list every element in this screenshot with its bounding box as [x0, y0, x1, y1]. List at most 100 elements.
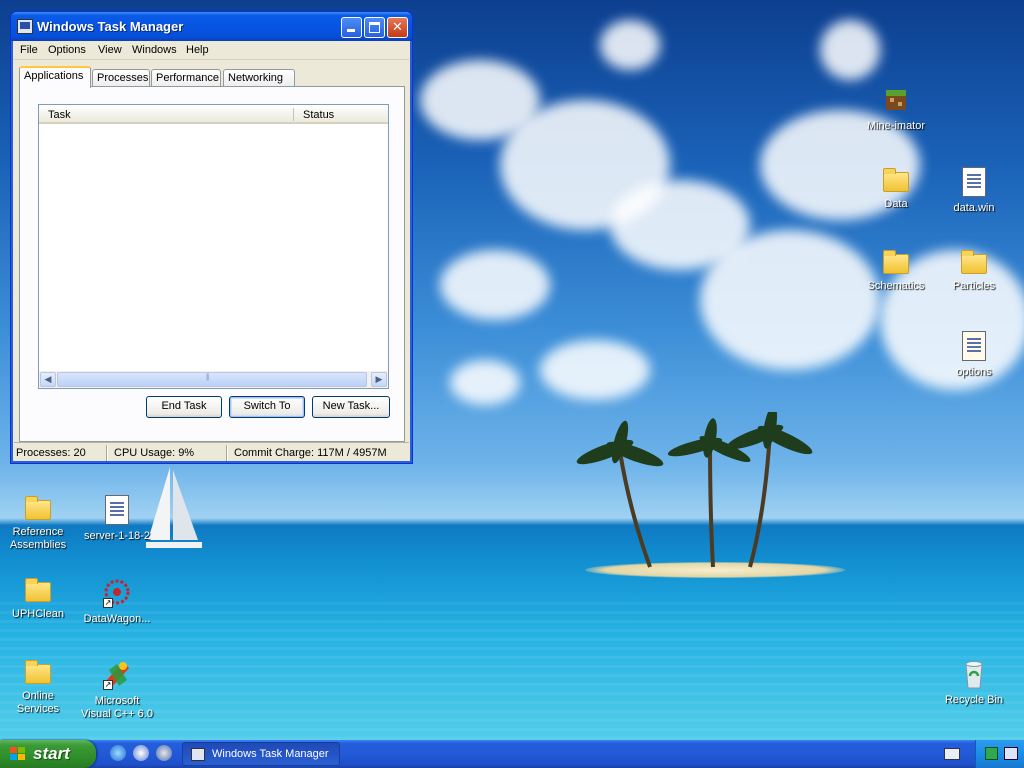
task-manager-window[interactable]: Windows Task Manager ✕ File Options View…: [10, 11, 413, 464]
outlook-express-icon[interactable]: [133, 745, 149, 761]
cloud: [540, 340, 650, 400]
desktop-icon-uphclean[interactable]: UPHClean: [0, 576, 76, 621]
folder-icon: [25, 660, 51, 684]
task-manager-icon: [17, 19, 33, 34]
tab-performance[interactable]: Performance: [151, 69, 221, 87]
desktop-icon-options[interactable]: options: [936, 330, 1012, 379]
network-icon[interactable]: [1004, 747, 1018, 760]
windows-logo-icon: [10, 747, 26, 761]
taskbar-button-label: Windows Task Manager: [212, 748, 329, 760]
horizontal-scrollbar[interactable]: ◀ ▶: [39, 371, 388, 388]
minimize-icon: [347, 29, 355, 32]
end-task-button[interactable]: End Task: [146, 396, 222, 418]
folder-icon: [883, 168, 909, 192]
desktop-icon-data[interactable]: Data: [858, 166, 934, 211]
icon-label: Microsoft Visual C++ 6.0: [81, 695, 153, 720]
start-label: start: [33, 744, 70, 763]
status-divider: [106, 445, 108, 461]
internet-explorer-icon[interactable]: [110, 745, 126, 761]
status-processes: Processes: 20: [16, 447, 86, 459]
title-bar[interactable]: Windows Task Manager ✕: [11, 12, 412, 41]
column-status[interactable]: Status: [303, 109, 334, 121]
desktop-icon-particles[interactable]: Particles: [936, 248, 1012, 293]
menu-bar: File Options View Windows Help: [14, 41, 409, 60]
desktop-icon-recycle-bin[interactable]: Recycle Bin: [936, 658, 1012, 707]
datawagon-icon: ↗: [101, 576, 133, 608]
desktop-icon-online-services[interactable]: Online Services: [0, 658, 76, 716]
icon-label: Reference Assemblies: [9, 526, 67, 551]
cloud: [600, 20, 660, 70]
maximize-button[interactable]: [364, 17, 385, 38]
scroll-left-button[interactable]: ◀: [40, 372, 56, 387]
icon-label: Particles: [952, 280, 996, 292]
folder-icon: [883, 250, 909, 274]
icon-label: UPHClean: [12, 608, 64, 620]
tab-processes[interactable]: Processes: [92, 69, 150, 87]
menu-file[interactable]: File: [20, 44, 38, 56]
cloud: [820, 20, 880, 80]
column-divider[interactable]: [293, 108, 294, 121]
status-commit: Commit Charge: 117M / 4957M: [234, 447, 387, 459]
switch-to-button[interactable]: Switch To: [229, 396, 305, 418]
shortcut-arrow-icon: ↗: [103, 598, 113, 608]
menu-options[interactable]: Options: [48, 44, 86, 56]
icon-label: data.win: [953, 202, 995, 214]
menu-help[interactable]: Help: [186, 44, 209, 56]
cloud: [700, 230, 880, 370]
folder-icon: [961, 250, 987, 274]
desktop-icon-datawagon[interactable]: ↗ DataWagon...: [79, 576, 155, 626]
tab-networking[interactable]: Networking: [223, 69, 295, 87]
media-player-icon[interactable]: [156, 745, 172, 761]
desktop-icon-msvc[interactable]: ↗ Microsoft Visual C++ 6.0: [79, 658, 155, 721]
applications-panel: Task Status ◀ ▶ End Task Switch To New T…: [19, 86, 405, 442]
keyboard-icon[interactable]: [944, 748, 960, 760]
icon-label: Schematics: [867, 280, 925, 292]
task-manager-icon: [191, 748, 205, 761]
icon-label: options: [956, 366, 992, 378]
start-button[interactable]: start: [0, 740, 96, 768]
document-icon: [105, 495, 129, 525]
cloud: [450, 360, 520, 405]
list-header: Task Status: [39, 105, 388, 124]
menu-view[interactable]: View: [98, 44, 122, 56]
taskbar: start Windows Task Manager: [0, 740, 1024, 768]
desktop-icon-data-win[interactable]: data.win: [936, 166, 1012, 215]
scroll-right-button[interactable]: ▶: [371, 372, 387, 387]
system-tray: [975, 740, 1024, 768]
folder-icon: [25, 578, 51, 602]
close-icon: ✕: [392, 19, 403, 34]
shortcut-arrow-icon: ↗: [103, 680, 113, 690]
column-task[interactable]: Task: [48, 109, 71, 121]
mine-imator-icon: [886, 90, 906, 110]
status-cpu: CPU Usage: 9%: [114, 447, 195, 459]
recycle-bin-icon: [965, 661, 983, 689]
desktop-icon-server[interactable]: server-1-18-2: [79, 494, 155, 543]
new-task-button[interactable]: New Task...: [312, 396, 390, 418]
icon-label: Recycle Bin: [944, 694, 1004, 706]
icon-label: Online Services: [16, 690, 60, 715]
visual-cpp-icon: ↗: [101, 658, 133, 690]
icon-label: DataWagon...: [83, 613, 151, 625]
desktop-icon-mine-imator[interactable]: Mine-imator: [858, 84, 934, 133]
cloud: [440, 250, 550, 320]
tab-applications[interactable]: Applications: [19, 66, 91, 88]
icon-label: Data: [884, 198, 908, 210]
task-list[interactable]: Task Status ◀ ▶: [38, 104, 389, 389]
taskbar-button-task-manager[interactable]: Windows Task Manager: [182, 742, 340, 766]
tray-app-icon[interactable]: [985, 747, 998, 760]
desktop-icon-reference-assemblies[interactable]: Reference Assemblies: [0, 494, 76, 552]
status-divider: [226, 445, 228, 461]
menu-windows[interactable]: Windows: [132, 44, 177, 56]
icon-label: Mine-imator: [866, 120, 926, 132]
desktop-icon-schematics[interactable]: Schematics: [858, 248, 934, 293]
icon-label: server-1-18-2: [83, 530, 151, 542]
palm-trees-image: [576, 412, 813, 568]
folder-icon: [25, 496, 51, 520]
scroll-thumb[interactable]: [57, 372, 367, 387]
close-button[interactable]: ✕: [387, 17, 408, 38]
status-bar: Processes: 20 CPU Usage: 9% Commit Charg…: [14, 442, 409, 462]
settings-file-icon: [962, 331, 986, 361]
minimize-button[interactable]: [341, 17, 362, 38]
file-icon: [962, 167, 986, 197]
window-title: Windows Task Manager: [37, 19, 184, 34]
